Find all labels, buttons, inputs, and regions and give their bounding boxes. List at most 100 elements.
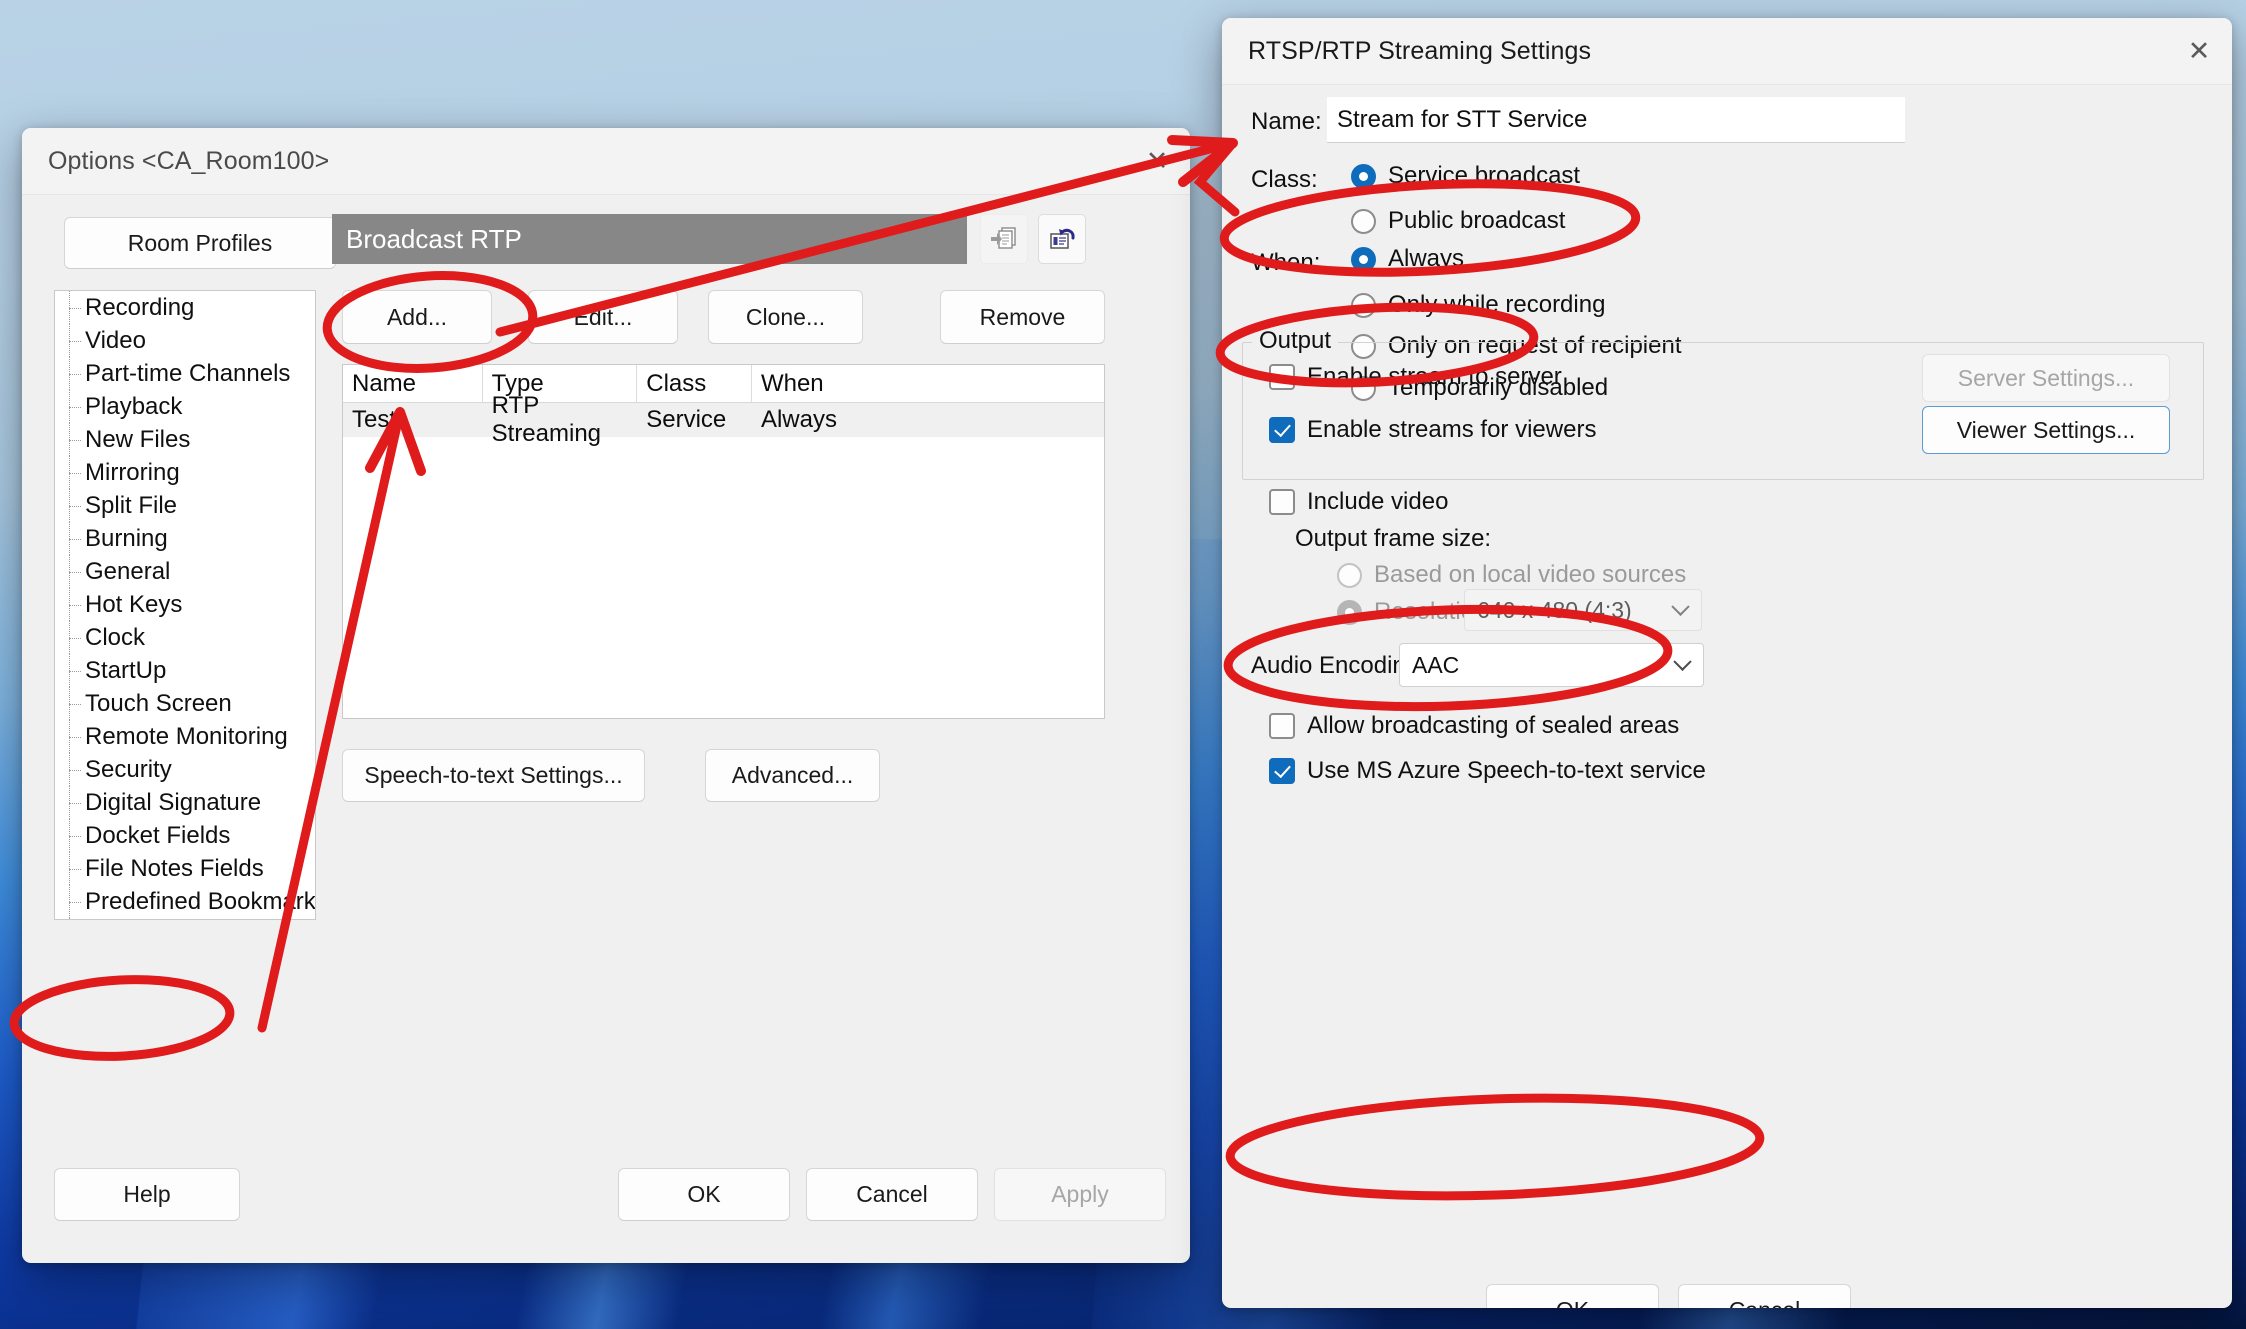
cell-when: Always [760,406,837,433]
resolution-value: 640 x 480 (4:3) [1477,596,1632,623]
radio-when-only-while-recording[interactable]: Only while recording [1351,291,1605,319]
tree-item-clock[interactable]: Clock [55,621,315,654]
close-icon[interactable]: ✕ [1124,128,1190,194]
help-button[interactable]: Help [54,1168,240,1221]
tree-item-part-time-channels[interactable]: Part-time Channels [55,357,315,390]
chevron-down-icon [1671,597,1690,616]
server-settings-button[interactable]: Server Settings... [1922,354,2170,402]
radio-label: Based on local video sources [1374,561,1687,588]
remove-button[interactable]: Remove [940,290,1105,344]
checkbox-label: Enable stream to server [1307,363,1562,390]
class-label: Class: [1251,166,1318,193]
output-frame-size-label: Output frame size: [1295,525,1492,552]
column-header-when[interactable]: When [752,365,1104,402]
speech-to-text-settings-button[interactable]: Speech-to-text Settings... [342,749,645,802]
audio-encoding-value: AAC [1412,651,1460,678]
close-icon[interactable]: ✕ [2166,18,2232,84]
tree-item-playback[interactable]: Playback [55,390,315,423]
radio-indicator-icon [1351,292,1376,318]
cell-name: Test [352,406,397,433]
cancel-button[interactable]: Cancel [1678,1284,1851,1308]
options-title: Options <CA_Room100> [48,146,330,175]
tree-item-docket-fields[interactable]: Docket Fields [55,819,315,852]
options-dialog: Options <CA_Room100> ✕ Room Profiles Rec… [22,128,1190,1263]
streams-list-view[interactable]: Name Type Class When Test RTP Streaming … [342,364,1105,719]
options-category-tree[interactable]: Recording Video Part-time Channels Playb… [54,290,316,920]
options-titlebar: Options <CA_Room100> ✕ [22,128,1190,195]
apply-button[interactable]: Apply [994,1168,1166,1221]
rtsp-titlebar: RTSP/RTP Streaming Settings ✕ [1222,18,2232,85]
tree-item-file-notes-fields[interactable]: File Notes Fields [55,852,315,885]
checkbox-indicator-icon [1269,364,1295,390]
tree-item-recording[interactable]: Recording [55,291,315,324]
tree-item-touch-screen[interactable]: Touch Screen [55,687,315,720]
cancel-button[interactable]: Cancel [806,1168,978,1221]
cell-class: Service [646,406,727,433]
tree-item-new-files[interactable]: New Files [55,423,315,456]
tree-item-startup[interactable]: StartUp [55,654,315,687]
list-header-row: Name Type Class When [343,365,1104,403]
tree-item-security[interactable]: Security [55,753,315,786]
room-profiles-button[interactable]: Room Profiles [64,217,336,269]
checkbox-use-ms-azure-stt[interactable]: Use MS Azure Speech-to-text service [1269,757,1706,785]
table-row[interactable]: Test RTP Streaming Service Always [343,392,1104,447]
pane-header-title: Broadcast RTP [332,214,967,264]
viewer-settings-button[interactable]: Viewer Settings... [1922,406,2170,454]
tree-item-hot-keys[interactable]: Hot Keys [55,588,315,621]
radio-indicator-icon [1351,208,1376,234]
radio-when-always[interactable]: Always [1351,245,1464,273]
options-detail-pane: Broadcast RTP Add... Edit... Clone... Re… [332,214,1160,1134]
radio-indicator-icon [1337,599,1362,625]
radio-indicator-icon [1337,562,1362,588]
checkbox-indicator-icon [1269,713,1295,739]
clone-button[interactable]: Clone... [708,290,863,344]
checkbox-enable-stream-to-server[interactable]: Enable stream to server [1269,363,1562,391]
radio-public-broadcast[interactable]: Public broadcast [1351,207,1565,235]
checkbox-include-video[interactable]: Include video [1269,488,1448,516]
checkbox-label: Use MS Azure Speech-to-text service [1307,757,1706,784]
tree-item-split-file[interactable]: Split File [55,489,315,522]
pane-action-buttons: Add... Edit... Clone... Remove [332,290,1160,344]
tree-item-burning[interactable]: Burning [55,522,315,555]
checkbox-label: Include video [1307,488,1449,515]
ok-button[interactable]: OK [1486,1284,1659,1308]
ok-button[interactable]: OK [618,1168,790,1221]
radio-label: Public broadcast [1388,207,1566,234]
when-label: When: [1251,249,1321,276]
checkbox-label: Enable streams for viewers [1307,416,1597,443]
tree-item-remote-monitoring[interactable]: Remote Monitoring [55,720,315,753]
advanced-button[interactable]: Advanced... [705,749,880,802]
edit-button[interactable]: Edit... [528,290,678,344]
tree-item-predefined-bookmark[interactable]: Predefined Bookmark [55,885,315,918]
copy-to-profiles-icon[interactable] [980,214,1028,264]
audio-encoding-dropdown[interactable]: AAC [1399,643,1704,687]
radio-service-broadcast[interactable]: Service broadcast [1351,162,1580,190]
checkbox-allow-broadcasting-sealed-areas[interactable]: Allow broadcasting of sealed areas [1269,712,1679,740]
screen-root: Options <CA_Room100> ✕ Room Profiles Rec… [0,0,2246,1329]
checkbox-indicator-icon [1269,417,1295,443]
radio-indicator-icon [1351,246,1376,272]
cell-type: RTP Streaming [491,392,602,447]
tree-item-video[interactable]: Video [55,324,315,357]
output-group-label: Output [1252,327,1339,355]
rtsp-body: Name: Class: Service broadcast Public br… [1222,84,2232,1308]
restore-defaults-icon[interactable] [1038,214,1086,264]
tree-item-mirroring[interactable]: Mirroring [55,456,315,489]
add-button[interactable]: Add... [342,290,492,344]
chevron-down-icon [1673,652,1692,671]
radio-indicator-icon [1351,163,1376,189]
rtsp-streaming-settings-dialog: RTSP/RTP Streaming Settings ✕ Name: Clas… [1222,18,2232,1308]
column-header-name[interactable]: Name [343,365,483,402]
checkbox-enable-streams-for-viewers[interactable]: Enable streams for viewers [1269,416,1596,444]
tree-item-digital-signature[interactable]: Digital Signature [55,786,315,819]
checkbox-label: Allow broadcasting of sealed areas [1307,712,1680,739]
tree-item-broadcast-wmv-web[interactable]: Broadcast WMV/WEB [55,918,315,919]
name-input[interactable] [1327,97,1905,143]
radio-label: Always [1388,245,1465,272]
radio-based-on-local-video-sources[interactable]: Based on local video sources [1337,561,1686,589]
tree-item-general[interactable]: General [55,555,315,588]
column-header-class[interactable]: Class [637,365,752,402]
radio-label: Service broadcast [1388,162,1581,189]
rtsp-title: RTSP/RTP Streaming Settings [1248,36,1592,65]
resolution-dropdown[interactable]: 640 x 480 (4:3) [1464,589,1702,631]
